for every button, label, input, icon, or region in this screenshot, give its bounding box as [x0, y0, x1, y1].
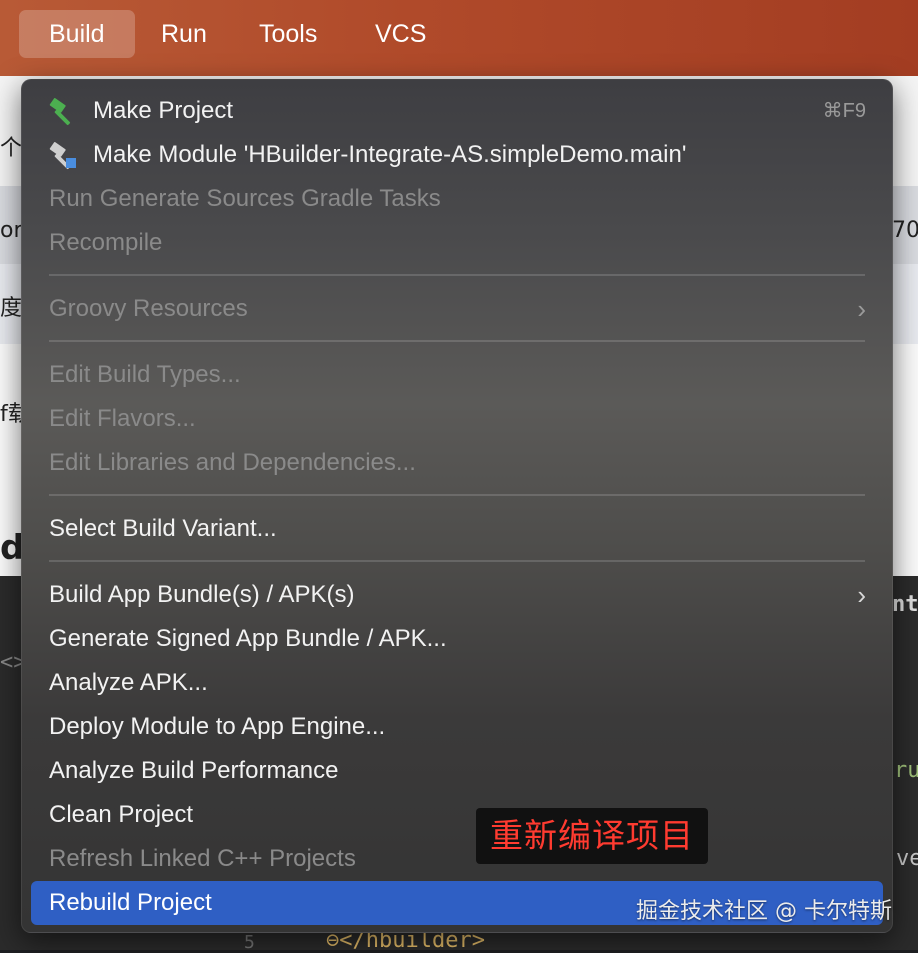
chevron-right-icon: › [857, 580, 866, 610]
menu-vcs[interactable]: VCS [345, 10, 456, 58]
analyze-build-performance-item[interactable]: Analyze Build Performance [22, 749, 892, 793]
bg-fragment-3: 度 [0, 296, 23, 321]
edit-build-types-item[interactable]: Edit Build Types... [22, 353, 892, 397]
annotation-label: 重新编译项目 [476, 808, 708, 864]
deploy-module-item[interactable]: Deploy Module to App Engine... [22, 705, 892, 749]
separator [49, 494, 865, 496]
hammer-icon [48, 97, 78, 126]
bg-fragment-9: ru [894, 758, 918, 783]
analyze-apk-item[interactable]: Analyze APK... [22, 661, 892, 705]
menu-build[interactable]: Build [19, 10, 135, 58]
edit-flavors-item[interactable]: Edit Flavors... [22, 397, 892, 441]
bg-fragment-1: 个 [0, 136, 23, 161]
separator [49, 340, 865, 342]
make-module-label: Make Module 'HBuilder-Integrate-AS.simpl… [93, 141, 687, 168]
make-module-item[interactable]: Make Module 'HBuilder-Integrate-AS.simpl… [22, 133, 892, 177]
menu-bar: Build Run Tools VCS [0, 0, 918, 76]
edit-libraries-item[interactable]: Edit Libraries and Dependencies... [22, 441, 892, 485]
build-menu-dropdown: Make Project ⌘F9 Make Module 'HBuilder-I… [21, 79, 893, 933]
menu-tools[interactable]: Tools [229, 10, 347, 58]
groovy-resources-label: Groovy Resources [49, 295, 248, 322]
generate-signed-item[interactable]: Generate Signed App Bundle / APK... [22, 617, 892, 661]
bg-fragment-7: 70 [892, 218, 918, 243]
separator [49, 274, 865, 276]
separator [49, 560, 865, 562]
bg-fragment-8: ntı [892, 592, 918, 617]
bg-fragment-2: or [0, 218, 23, 243]
make-project-label: Make Project [93, 97, 234, 124]
make-project-shortcut: ⌘F9 [822, 100, 866, 122]
clean-project-item[interactable]: Clean Project [22, 793, 892, 837]
bg-fragment-10: ve [896, 846, 918, 871]
watermark: 掘金技术社区 @ 卡尔特斯 [636, 899, 892, 924]
recompile-item[interactable]: Recompile [22, 221, 892, 265]
groovy-resources-item[interactable]: Groovy Resources › [22, 287, 892, 331]
build-app-bundle-label: Build App Bundle(s) / APK(s) [49, 581, 355, 608]
select-build-variant-item[interactable]: Select Build Variant... [22, 507, 892, 551]
run-generate-sources-item[interactable]: Run Generate Sources Gradle Tasks [22, 177, 892, 221]
make-project-item[interactable]: Make Project ⌘F9 [22, 89, 892, 133]
refresh-linked-cpp-item[interactable]: Refresh Linked C++ Projects [22, 837, 892, 881]
menu-run[interactable]: Run [131, 10, 237, 58]
hammer-module-icon [48, 141, 78, 170]
chevron-right-icon: › [857, 294, 866, 324]
build-app-bundle-item[interactable]: Build App Bundle(s) / APK(s) › [22, 573, 892, 617]
